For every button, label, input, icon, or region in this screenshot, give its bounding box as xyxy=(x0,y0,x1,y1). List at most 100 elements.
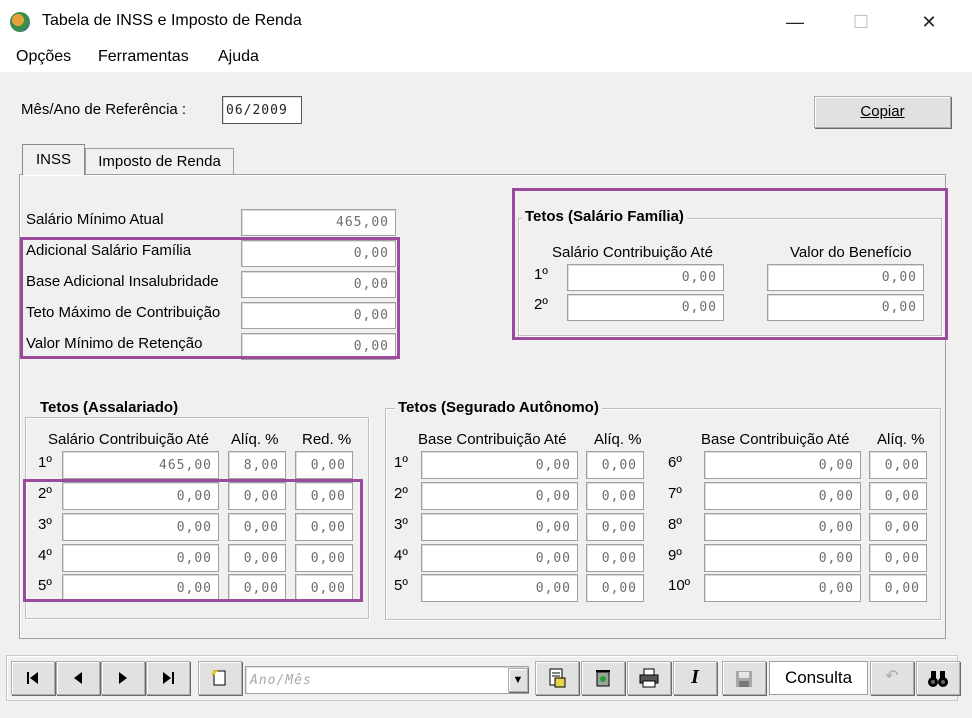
first-record-button[interactable] xyxy=(11,661,55,695)
assalariado-salario-field[interactable]: 0,00 xyxy=(62,574,219,602)
next-record-button[interactable] xyxy=(101,661,145,695)
autonomo-aliquota-field[interactable]: 0,00 xyxy=(869,574,927,602)
autonomo-base-field[interactable]: 0,00 xyxy=(704,544,861,572)
autonomo-aliquota-field[interactable]: 0,00 xyxy=(869,513,927,541)
minimize-button[interactable]: — xyxy=(772,0,818,44)
autonomo-base-field[interactable]: 0,00 xyxy=(421,544,578,572)
print-button[interactable] xyxy=(627,661,671,695)
tab-inss[interactable]: INSS xyxy=(22,144,85,175)
autonomo-base-field[interactable]: 0,00 xyxy=(704,482,861,510)
tab-imposto-de-renda[interactable]: Imposto de Renda xyxy=(85,148,234,175)
assalariado-aliquota-field[interactable]: 0,00 xyxy=(228,482,286,510)
menu-ajuda[interactable]: Ajuda xyxy=(218,48,259,66)
assalariado-salario-field[interactable]: 0,00 xyxy=(62,482,219,510)
new-record-button[interactable] xyxy=(198,661,242,695)
assalariado-reducao-field[interactable]: 0,00 xyxy=(295,513,353,541)
inss-label-4: Valor Mínimo de Retenção xyxy=(26,335,203,352)
reference-label: Mês/Ano de Referência : xyxy=(21,101,187,118)
familia-salario-field[interactable]: 0,00 xyxy=(567,264,724,291)
window-edge xyxy=(966,72,972,718)
period-dropdown-button[interactable]: ▼ xyxy=(508,668,528,692)
assalariado-salario-field[interactable]: 0,00 xyxy=(62,513,219,541)
save-icon xyxy=(736,671,752,687)
autonomo-base-field[interactable]: 0,00 xyxy=(421,451,578,479)
period-select[interactable]: Ano/Mês xyxy=(245,666,529,694)
undo-icon: ↶ xyxy=(885,668,899,685)
autonomo-base-field[interactable]: 0,00 xyxy=(704,513,861,541)
report-button[interactable] xyxy=(535,661,579,695)
autonomo-aliquota-field[interactable]: 0,00 xyxy=(869,451,927,479)
assalariado-aliquota-field[interactable]: 8,00 xyxy=(228,451,286,479)
maximize-button[interactable]: ☐ xyxy=(838,0,884,44)
familia-col1-header: Salário Contribuição Até xyxy=(552,244,713,261)
familia-col2-header: Valor do Benefício xyxy=(790,244,912,261)
assalariado-row-number: 4º xyxy=(38,547,52,564)
familia-beneficio-field[interactable]: 0,00 xyxy=(767,264,924,291)
assalariado-row-number: 5º xyxy=(38,577,52,594)
printer-icon xyxy=(639,668,659,688)
autonomo-base-field[interactable]: 0,00 xyxy=(421,574,578,602)
chevron-down-icon: ▼ xyxy=(512,674,524,686)
search-button[interactable] xyxy=(916,661,960,695)
assalariado-reducao-field[interactable]: 0,00 xyxy=(295,574,353,602)
previous-icon xyxy=(74,672,82,684)
familia-beneficio-field[interactable]: 0,00 xyxy=(767,294,924,321)
info-button[interactable]: I xyxy=(673,661,717,695)
reference-input[interactable]: 06/2009 xyxy=(222,96,302,124)
assalariado-aliquota-field[interactable]: 0,00 xyxy=(228,513,286,541)
inss-field-4[interactable]: 0,00 xyxy=(241,333,396,360)
assalariado-row-number: 3º xyxy=(38,516,52,533)
assalariado-reducao-field[interactable]: 0,00 xyxy=(295,544,353,572)
assalariado-salario-field[interactable]: 465,00 xyxy=(62,451,219,479)
autonomo-aliquota-field[interactable]: 0,00 xyxy=(869,482,927,510)
last-record-button[interactable] xyxy=(146,661,190,695)
autonomo-base-field[interactable]: 0,00 xyxy=(421,482,578,510)
autonomo-right-col1-header: Base Contribuição Até xyxy=(701,431,850,448)
window-title: Tabela de INSS e Imposto de Renda xyxy=(42,12,302,29)
assalariado-reducao-field[interactable]: 0,00 xyxy=(295,482,353,510)
app-icon xyxy=(10,12,30,32)
tab-inss-label: INSS xyxy=(35,151,71,168)
delete-button[interactable] xyxy=(581,661,625,695)
autonomo-aliquota-field[interactable]: 0,00 xyxy=(586,574,644,602)
assalariado-col3-header: Red. % xyxy=(302,431,352,448)
autonomo-left-col1-header: Base Contribuição Até xyxy=(418,431,567,448)
autonomo-row-number: 9º xyxy=(668,547,682,564)
assalariado-row-number: 1º xyxy=(38,454,52,471)
autonomo-aliquota-field[interactable]: 0,00 xyxy=(586,513,644,541)
inss-label-2: Base Adicional Insalubridade xyxy=(26,273,219,290)
menu-ferramentas[interactable]: Ferramentas xyxy=(98,48,189,66)
mode-indicator: Consulta xyxy=(769,661,868,695)
assalariado-aliquota-field[interactable]: 0,00 xyxy=(228,574,286,602)
assalariado-salario-field[interactable]: 0,00 xyxy=(62,544,219,572)
save-button[interactable] xyxy=(722,661,766,695)
autonomo-row-number: 2º xyxy=(394,485,408,502)
inss-field-3[interactable]: 0,00 xyxy=(241,302,396,329)
autonomo-title: Tetos (Segurado Autônomo) xyxy=(395,399,602,416)
autonomo-right-col2-header: Alíq. % xyxy=(877,431,925,448)
autonomo-aliquota-field[interactable]: 0,00 xyxy=(586,482,644,510)
autonomo-base-field[interactable]: 0,00 xyxy=(704,451,861,479)
inss-field-1[interactable]: 0,00 xyxy=(241,240,396,267)
familia-salario-field[interactable]: 0,00 xyxy=(567,294,724,321)
autonomo-aliquota-field[interactable]: 0,00 xyxy=(586,451,644,479)
familia-row-number: 1º xyxy=(534,266,548,283)
inss-field-2[interactable]: 0,00 xyxy=(241,271,396,298)
undo-button[interactable]: ↶ xyxy=(870,661,914,695)
tab-imposto-label: Imposto de Renda xyxy=(98,153,221,170)
familia-row-number: 2º xyxy=(534,296,548,313)
autonomo-aliquota-field[interactable]: 0,00 xyxy=(869,544,927,572)
autonomo-base-field[interactable]: 0,00 xyxy=(421,513,578,541)
assalariado-reducao-field[interactable]: 0,00 xyxy=(295,451,353,479)
close-button[interactable]: ✕ xyxy=(906,0,952,44)
inss-field-0[interactable]: 465,00 xyxy=(241,209,396,236)
familia-title: Tetos (Salário Família) xyxy=(522,208,687,225)
previous-record-button[interactable] xyxy=(56,661,100,695)
copy-button[interactable]: Copiar xyxy=(814,96,951,128)
menu-opcoes[interactable]: Opções xyxy=(16,48,71,66)
trash-icon xyxy=(596,670,610,687)
autonomo-base-field[interactable]: 0,00 xyxy=(704,574,861,602)
assalariado-aliquota-field[interactable]: 0,00 xyxy=(228,544,286,572)
autonomo-row-number: 4º xyxy=(394,547,408,564)
autonomo-aliquota-field[interactable]: 0,00 xyxy=(586,544,644,572)
